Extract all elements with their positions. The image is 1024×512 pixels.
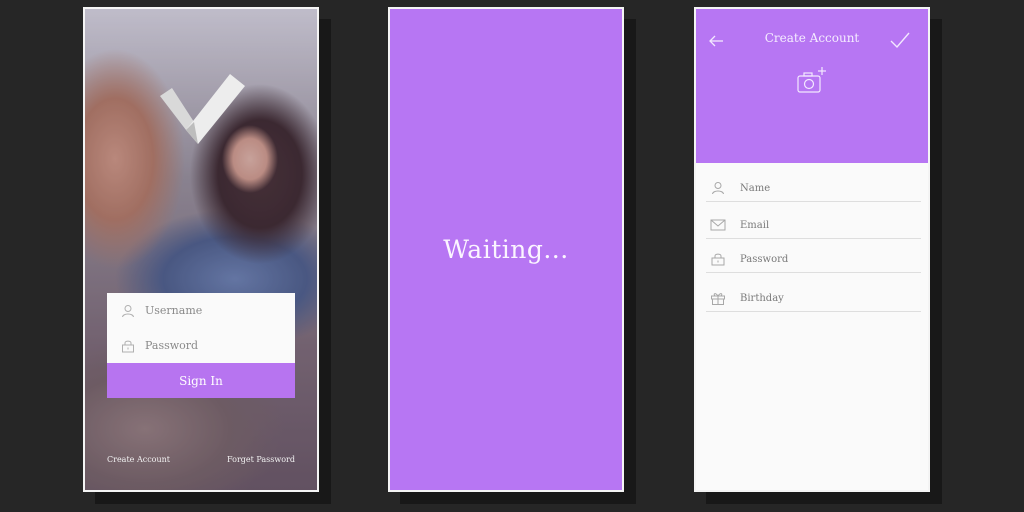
user-icon bbox=[710, 181, 726, 195]
gift-icon bbox=[710, 291, 726, 305]
password-input[interactable]: Password bbox=[145, 339, 198, 352]
create-account-screen: Create Account Name Email Password Birth… bbox=[694, 7, 930, 492]
password-input[interactable]: Password bbox=[740, 254, 788, 265]
birthday-input[interactable]: Birthday bbox=[740, 293, 784, 304]
email-field[interactable]: Email bbox=[706, 212, 921, 239]
waiting-screen: Waiting... bbox=[388, 7, 624, 492]
birthday-field[interactable]: Birthday bbox=[706, 285, 921, 312]
lock-icon bbox=[121, 339, 135, 353]
user-icon bbox=[121, 304, 135, 318]
create-account-link[interactable]: Create Account bbox=[107, 455, 170, 464]
name-input[interactable]: Name bbox=[740, 183, 770, 194]
mail-icon bbox=[710, 218, 726, 232]
password-field[interactable]: Password bbox=[706, 246, 921, 273]
password-field[interactable]: Password bbox=[107, 328, 295, 363]
lock-icon bbox=[710, 252, 726, 266]
add-photo-camera-icon[interactable] bbox=[795, 65, 831, 99]
waiting-message: Waiting... bbox=[443, 235, 569, 264]
login-form: Username Password bbox=[107, 293, 295, 363]
create-account-header: Create Account bbox=[696, 9, 928, 163]
email-input[interactable]: Email bbox=[740, 220, 769, 231]
forget-password-link[interactable]: Forget Password bbox=[227, 455, 295, 464]
name-field[interactable]: Name bbox=[706, 175, 921, 202]
login-screen: Username Password Sign In Create Account… bbox=[83, 7, 319, 492]
username-input[interactable]: Username bbox=[145, 304, 202, 317]
sign-in-button[interactable]: Sign In bbox=[107, 363, 295, 398]
username-field[interactable]: Username bbox=[107, 293, 295, 328]
checkmark-logo-icon bbox=[160, 74, 245, 144]
confirm-check-icon[interactable] bbox=[890, 31, 910, 49]
